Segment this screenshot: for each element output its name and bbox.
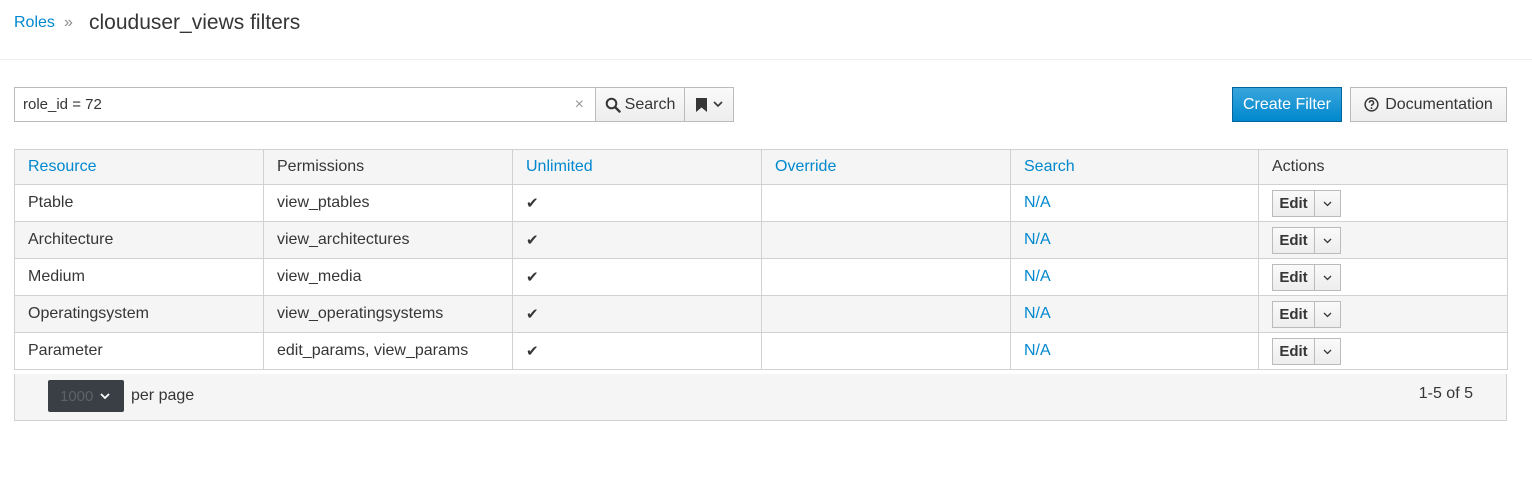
edit-split-button: Edit: [1272, 301, 1341, 328]
cell-permissions: view_operatingsystems: [263, 295, 513, 333]
chevron-down-icon: [1323, 201, 1332, 206]
column-header-actions: Actions: [1258, 149, 1508, 185]
checkmark-icon: ✔: [526, 268, 539, 286]
cell-override: [761, 332, 1011, 370]
page-header: Roles » clouduser_views filters: [0, 0, 1532, 60]
cell-resource: Parameter: [14, 332, 264, 370]
breadcrumb-roles-link[interactable]: Roles: [14, 14, 55, 32]
question-circle-icon: [1364, 97, 1379, 112]
search-na-link[interactable]: N/A: [1024, 231, 1051, 248]
cell-override: [761, 221, 1011, 259]
per-page-select[interactable]: 1000: [48, 380, 124, 412]
filters-table: Resource Permissions Unlimited Override …: [14, 149, 1508, 370]
clear-search-icon[interactable]: ×: [575, 95, 584, 115]
cell-resource: Ptable: [14, 184, 264, 222]
search-button[interactable]: Search: [595, 87, 685, 122]
checkmark-icon: ✔: [526, 342, 539, 360]
page-title: clouduser_views filters: [89, 11, 301, 34]
cell-actions: Edit: [1258, 332, 1508, 370]
edit-button[interactable]: Edit: [1273, 302, 1315, 327]
cell-actions: Edit: [1258, 221, 1508, 259]
cell-unlimited: ✔: [512, 221, 762, 259]
chevron-down-icon: [712, 101, 723, 108]
checkmark-icon: ✔: [526, 194, 539, 212]
checkmark-icon: ✔: [526, 305, 539, 323]
documentation-button[interactable]: Documentation: [1350, 87, 1507, 122]
actions-dropdown-toggle[interactable]: [1315, 191, 1340, 216]
cell-actions: Edit: [1258, 295, 1508, 333]
cell-override: [761, 295, 1011, 333]
chevron-down-icon: [1323, 275, 1332, 280]
search-input[interactable]: [23, 88, 563, 121]
actions-dropdown-toggle[interactable]: [1315, 339, 1340, 364]
cell-search: N/A: [1010, 184, 1259, 222]
cell-resource: Operatingsystem: [14, 295, 264, 333]
per-page-label: per page: [131, 387, 195, 404]
cell-override: [761, 184, 1011, 222]
edit-split-button: Edit: [1272, 227, 1341, 254]
pagination-range: 1-5 of 5: [1418, 385, 1473, 402]
search-na-link[interactable]: N/A: [1024, 268, 1051, 285]
table-row: Medium view_media ✔ N/A Edit: [14, 258, 1508, 296]
breadcrumb-separator: »: [64, 14, 73, 31]
edit-button[interactable]: Edit: [1273, 191, 1315, 216]
column-header-search[interactable]: Search: [1010, 149, 1259, 185]
search-na-link[interactable]: N/A: [1024, 305, 1051, 322]
cell-permissions: view_ptables: [263, 184, 513, 222]
cell-resource: Medium: [14, 258, 264, 296]
edit-split-button: Edit: [1272, 264, 1341, 291]
chevron-down-icon: [1323, 238, 1332, 243]
pagination-bar: 1000 per page 1-5 of 5: [14, 374, 1507, 421]
search-icon: [605, 97, 621, 113]
bookmark-dropdown-button[interactable]: [684, 87, 734, 122]
search-na-link[interactable]: N/A: [1024, 342, 1051, 359]
table-row: Architecture view_architectures ✔ N/A Ed…: [14, 221, 1508, 259]
search-field[interactable]: ×: [14, 87, 596, 122]
actions-dropdown-toggle[interactable]: [1315, 228, 1340, 253]
column-header-unlimited[interactable]: Unlimited: [512, 149, 762, 185]
actions-dropdown-toggle[interactable]: [1315, 265, 1340, 290]
cell-unlimited: ✔: [512, 332, 762, 370]
cell-unlimited: ✔: [512, 184, 762, 222]
search-na-link[interactable]: N/A: [1024, 194, 1051, 211]
cell-search: N/A: [1010, 221, 1259, 259]
cell-resource: Architecture: [14, 221, 264, 259]
cell-permissions: view_media: [263, 258, 513, 296]
cell-unlimited: ✔: [512, 258, 762, 296]
chevron-down-icon: [1323, 312, 1332, 317]
cell-permissions: view_architectures: [263, 221, 513, 259]
search-button-label: Search: [624, 95, 676, 113]
cell-actions: Edit: [1258, 258, 1508, 296]
column-header-override[interactable]: Override: [761, 149, 1011, 185]
cell-actions: Edit: [1258, 184, 1508, 222]
create-filter-button[interactable]: Create Filter: [1232, 87, 1342, 122]
cell-search: N/A: [1010, 258, 1259, 296]
edit-split-button: Edit: [1272, 190, 1341, 217]
edit-button[interactable]: Edit: [1273, 339, 1315, 364]
cell-search: N/A: [1010, 295, 1259, 333]
table-row: Ptable view_ptables ✔ N/A Edit: [14, 184, 1508, 222]
cell-unlimited: ✔: [512, 295, 762, 333]
bookmark-icon: [695, 97, 707, 112]
edit-button[interactable]: Edit: [1273, 228, 1315, 253]
column-header-resource[interactable]: Resource: [14, 149, 264, 185]
cell-override: [761, 258, 1011, 296]
documentation-button-label: Documentation: [1385, 95, 1493, 113]
edit-button[interactable]: Edit: [1273, 265, 1315, 290]
cell-permissions: edit_params, view_params: [263, 332, 513, 370]
checkmark-icon: ✔: [526, 231, 539, 249]
table-row: Parameter edit_params, view_params ✔ N/A…: [14, 332, 1508, 370]
table-row: Operatingsystem view_operatingsystems ✔ …: [14, 295, 1508, 333]
cell-search: N/A: [1010, 332, 1259, 370]
table-header-row: Resource Permissions Unlimited Override …: [14, 149, 1508, 185]
actions-dropdown-toggle[interactable]: [1315, 302, 1340, 327]
chevron-down-icon: [1323, 349, 1332, 354]
column-header-permissions: Permissions: [263, 149, 513, 185]
per-page-value: 1000: [60, 387, 94, 405]
edit-split-button: Edit: [1272, 338, 1341, 365]
chevron-down-icon: [100, 392, 110, 399]
